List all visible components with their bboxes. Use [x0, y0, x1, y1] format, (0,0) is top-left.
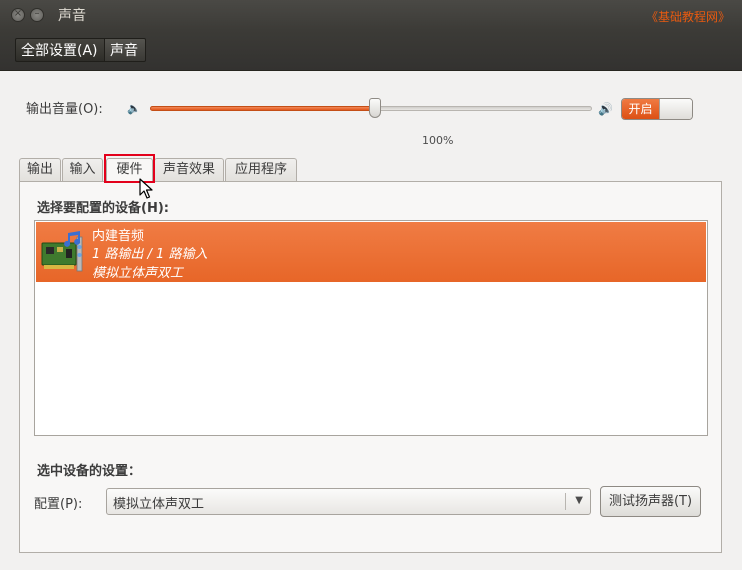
watermark: 《基础教程网》: [645, 10, 730, 24]
device-list[interactable]: 内建音频 1 路输出 / 1 路输入 模拟立体声双工: [34, 220, 708, 436]
list-item[interactable]: 内建音频 1 路输出 / 1 路输入 模拟立体声双工: [36, 222, 706, 282]
tab-output[interactable]: 输出: [19, 158, 61, 182]
speaker-high-icon: 🔊: [598, 102, 613, 116]
toolbar: 全部设置(A) 声音: [0, 30, 742, 71]
device-profile-summary: 模拟立体声双工: [92, 266, 184, 281]
all-settings-button[interactable]: 全部设置(A): [15, 38, 105, 62]
close-icon[interactable]: ×: [11, 8, 25, 22]
speaker-low-icon: 🔈: [127, 102, 141, 115]
switch-knob[interactable]: [659, 99, 692, 119]
volume-slider-thumb[interactable]: [369, 98, 382, 118]
output-volume-label: 输出音量(O):: [26, 102, 103, 117]
switch-on-label: 开启: [622, 99, 659, 119]
device-io-summary: 1 路输出 / 1 路输入: [92, 247, 208, 262]
device-name: 内建音频: [92, 229, 145, 244]
profile-select[interactable]: 模拟立体声双工 ▼: [106, 488, 591, 515]
sound-card-icon: [41, 231, 83, 272]
profile-label: 配置(P):: [34, 497, 83, 512]
combo-separator: [565, 493, 566, 510]
profile-select-value: 模拟立体声双工: [113, 497, 205, 512]
mouse-pointer-icon: [139, 178, 153, 199]
minimize-icon[interactable]: –: [30, 8, 44, 22]
tab-sound-effects[interactable]: 声音效果: [154, 158, 224, 182]
tab-input[interactable]: 输入: [62, 158, 103, 182]
mute-switch[interactable]: 开启: [621, 98, 693, 120]
tab-applications[interactable]: 应用程序: [225, 158, 297, 182]
breadcrumb-current[interactable]: 声音: [104, 38, 146, 62]
test-speakers-button[interactable]: 测试扬声器(T): [600, 486, 701, 517]
window-title: 声音: [58, 8, 86, 24]
chevron-down-icon[interactable]: ▼: [575, 495, 583, 506]
title-bar: × – 声音 《基础教程网》: [0, 0, 742, 30]
volume-percent: 100%: [422, 134, 454, 147]
selected-device-settings-title: 选中设备的设置：: [37, 464, 142, 479]
volume-slider-fill: [150, 106, 376, 111]
